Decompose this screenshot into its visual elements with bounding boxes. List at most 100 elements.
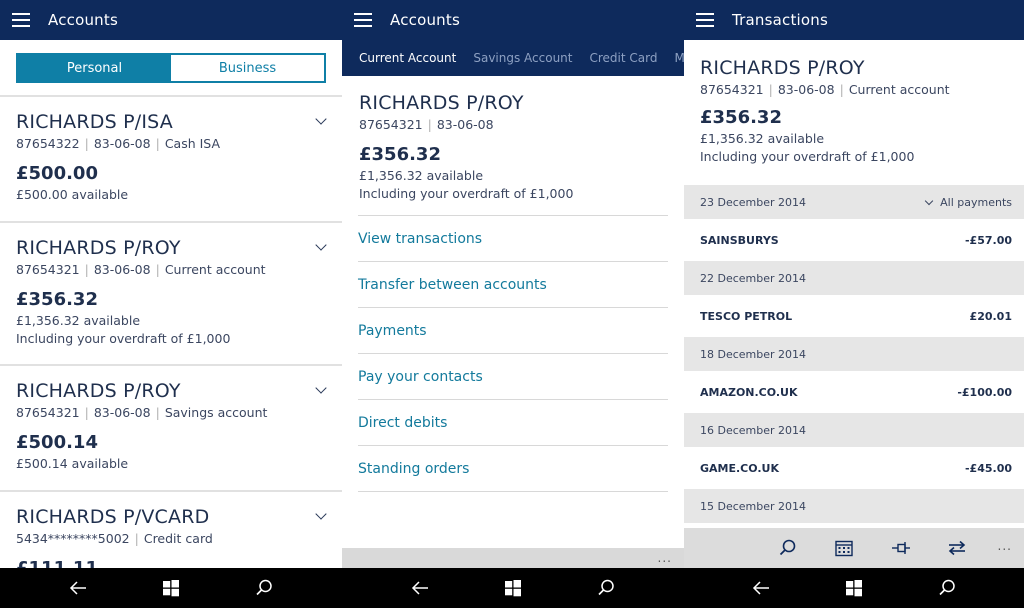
- transactions-screen: Transactions RICHARDS P/ROY 87654321 | 83-…: [684, 0, 1024, 568]
- back-icon[interactable]: [68, 578, 88, 598]
- transaction-row[interactable]: AMAZON.CO.UK -£100.00: [684, 371, 1024, 413]
- account-card[interactable]: RICHARDS P/VCARD 5434********5002 | Credit…: [0, 492, 342, 568]
- payments-link[interactable]: Payments: [358, 308, 668, 354]
- merchant-name: AMAZON.CO.UK: [700, 385, 798, 399]
- transaction-row[interactable]: GAME.CO.UK -£45.00: [684, 447, 1024, 489]
- transaction-amount: -£57.00: [964, 233, 1012, 247]
- standing-orders-link[interactable]: Standing orders: [358, 446, 668, 492]
- direct-debits-link[interactable]: Direct debits: [358, 400, 668, 446]
- chevron-down-icon[interactable]: [316, 241, 326, 251]
- account-balance: £111.11: [16, 558, 326, 568]
- transfer-icon[interactable]: [947, 538, 967, 558]
- overdraft-note: Including your overdraft of £1,000: [700, 149, 915, 164]
- account-summary: RICHARDS P/ROY 87654321 | 83-06-08 £356.32…: [342, 76, 684, 201]
- account-meta: 87654321 | 83-06-08 | Current account: [700, 82, 950, 97]
- account-tabs: Current Account Savings Account Credit C…: [342, 40, 684, 76]
- search-icon[interactable]: [937, 578, 957, 598]
- overdraft-note: Including your overdraft of £1,000: [359, 186, 574, 201]
- date-header: 15 December 2014: [684, 489, 1024, 523]
- windows-icon[interactable]: [161, 578, 181, 598]
- available-balance: £1,356.32 available: [359, 168, 484, 183]
- transaction-amount: £20.01: [969, 309, 1012, 323]
- date-header: 18 December 2014: [684, 337, 1024, 371]
- account-name: RICHARDS P/ROY: [700, 57, 865, 79]
- transaction-row[interactable]: TESCO PETROL £20.01: [684, 295, 1024, 337]
- account-meta: 87654321 | 83-06-08 | Current account: [16, 262, 266, 277]
- tab-current-account[interactable]: Current Account: [359, 51, 456, 65]
- merchant-name: GAME.CO.UK: [700, 461, 779, 475]
- sort-code: 83-06-08: [93, 405, 151, 420]
- chevron-down-icon[interactable]: [316, 115, 326, 125]
- windows-icon[interactable]: [844, 578, 864, 598]
- account-balance: £500.00: [16, 163, 98, 184]
- transaction-date: 18 December 2014: [700, 347, 807, 361]
- account-meta: 87654321 | 83-06-08 | Savings account: [16, 405, 268, 420]
- hamburger-menu-icon[interactable]: [12, 13, 30, 27]
- search-icon[interactable]: [596, 578, 616, 598]
- transaction-row[interactable]: SAINSBURYS -£57.00: [684, 219, 1024, 261]
- account-name: RICHARDS P/VCARD: [16, 506, 210, 528]
- merchant-name: SAINSBURYS: [700, 233, 779, 247]
- account-type: Savings account: [164, 405, 268, 420]
- date-header: 16 December 2014: [684, 413, 1024, 447]
- account-type: Cash ISA: [164, 136, 221, 151]
- accounts-screen-personal: Accounts Personal Business RICHARDS P/IS…: [0, 0, 342, 568]
- account-balance: £356.32: [359, 144, 441, 165]
- account-type-switch: Personal Business: [0, 40, 342, 97]
- overdraft-note: Including your overdraft of £1,000: [16, 331, 231, 346]
- transaction-amount: -£100.00: [957, 385, 1012, 399]
- filter-label[interactable]: All payments: [940, 196, 1012, 209]
- available-balance: £500.00 available: [16, 187, 129, 202]
- app-command-bar: ...: [684, 528, 1024, 568]
- account-card[interactable]: RICHARDS P/ISA 87654322 | 83-06-08 | Cash IS…: [0, 97, 342, 223]
- more-options-button[interactable]: ...: [658, 551, 672, 565]
- transaction-date: 16 December 2014: [700, 423, 807, 437]
- account-actions: View transactions Transfer between accou…: [358, 215, 668, 492]
- tab-savings-account[interactable]: Savings Account: [473, 51, 572, 65]
- chevron-down-icon[interactable]: [316, 510, 326, 520]
- sort-code: 83-06-08: [777, 82, 835, 97]
- account-name: RICHARDS P/ROY: [16, 237, 181, 259]
- account-number: 5434********5002: [16, 531, 130, 546]
- page-title: Transactions: [732, 11, 829, 29]
- sort-code: 83-06-08: [436, 117, 494, 132]
- payments-filter[interactable]: All payments: [925, 196, 1012, 209]
- personal-tab[interactable]: Personal: [18, 55, 171, 81]
- app-bar: Accounts: [342, 0, 684, 40]
- transaction-date: 23 December 2014: [700, 195, 807, 209]
- chevron-down-icon[interactable]: [925, 198, 933, 206]
- back-icon[interactable]: [410, 578, 430, 598]
- app-bar: Transactions: [684, 0, 1024, 40]
- calendar-icon[interactable]: [834, 538, 854, 558]
- chevron-down-icon[interactable]: [316, 384, 326, 394]
- transaction-date: 22 December 2014: [700, 271, 807, 285]
- account-card[interactable]: RICHARDS P/ROY 87654321 | 83-06-08 | Current…: [0, 223, 342, 366]
- search-icon[interactable]: [254, 578, 274, 598]
- back-icon[interactable]: [751, 578, 771, 598]
- tab-mortgage[interactable]: Mortgage: [674, 51, 684, 65]
- account-name: RICHARDS P/ISA: [16, 111, 173, 133]
- page-title: Accounts: [48, 11, 118, 29]
- transaction-date: 15 December 2014: [700, 499, 807, 513]
- app-command-bar: ...: [342, 548, 684, 568]
- transfer-link[interactable]: Transfer between accounts: [358, 262, 668, 308]
- pin-icon[interactable]: [891, 538, 911, 558]
- account-balance: £356.32: [700, 107, 782, 128]
- more-options-button[interactable]: ...: [998, 539, 1012, 553]
- available-balance: £1,356.32 available: [16, 313, 141, 328]
- account-type: Current account: [848, 82, 950, 97]
- transaction-list: 23 December 2014 All payments SAINSBURYS…: [684, 185, 1024, 523]
- account-type: Credit card: [143, 531, 213, 546]
- view-transactions-link[interactable]: View transactions: [358, 216, 668, 262]
- account-summary: RICHARDS P/ROY 87654321 | 83-06-08 | Current…: [684, 40, 1024, 185]
- pay-contacts-link[interactable]: Pay your contacts: [358, 354, 668, 400]
- business-tab[interactable]: Business: [171, 55, 324, 81]
- windows-icon[interactable]: [503, 578, 523, 598]
- hamburger-menu-icon[interactable]: [354, 13, 372, 27]
- search-icon[interactable]: [778, 538, 798, 558]
- account-type: Current account: [164, 262, 266, 277]
- account-detail-screen: Accounts Current Account Savings Account…: [342, 0, 684, 568]
- hamburger-menu-icon[interactable]: [696, 13, 714, 27]
- tab-credit-card[interactable]: Credit Card: [590, 51, 658, 65]
- account-card[interactable]: RICHARDS P/ROY 87654321 | 83-06-08 | Savings…: [0, 366, 342, 492]
